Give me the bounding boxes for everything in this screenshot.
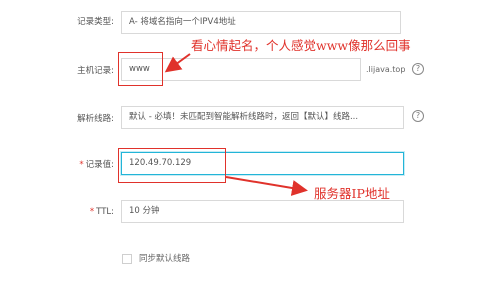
resolve-line-help-icon[interactable]: ? — [412, 110, 424, 122]
resolve-line-select[interactable]: 默认 - 必填！未匹配到智能解析线路时，返回【默认】线路... — [121, 106, 404, 129]
host-annotation: 看心情起名，个人感觉www像那么回事 — [191, 38, 411, 53]
record-value-label: * 记录值: — [4, 159, 114, 171]
resolve-line-label: 解析线路: — [77, 114, 114, 124]
value-arrow — [225, 176, 308, 196]
host-help-icon[interactable]: ? — [412, 63, 424, 75]
domain-suffix: .lijava.top — [366, 65, 406, 74]
record-type-select[interactable]: A- 将域名指向一个IPV4地址 — [121, 11, 401, 34]
required-mark: * — [89, 207, 95, 217]
dns-record-form: 记录类型: A- 将域名指向一个IPV4地址 主机记录: www .lijava… — [0, 0, 480, 300]
record-value-label-text: 记录值: — [85, 160, 114, 170]
required-mark: * — [79, 160, 84, 170]
host-record-label: 主机记录: — [77, 66, 114, 76]
sync-default-checkbox[interactable] — [122, 254, 132, 264]
ttl-label: * TTL: — [4, 206, 114, 218]
value-annotation: 服务器IP地址 — [314, 186, 390, 201]
host-highlight-box — [118, 52, 163, 86]
sync-default-label: 同步默认线路 — [139, 254, 191, 264]
ttl-label-text: TTL: — [96, 207, 114, 217]
value-highlight-box — [118, 148, 226, 183]
record-type-label: 记录类型: — [77, 17, 114, 27]
ttl-select[interactable]: 10 分钟 — [121, 200, 404, 223]
